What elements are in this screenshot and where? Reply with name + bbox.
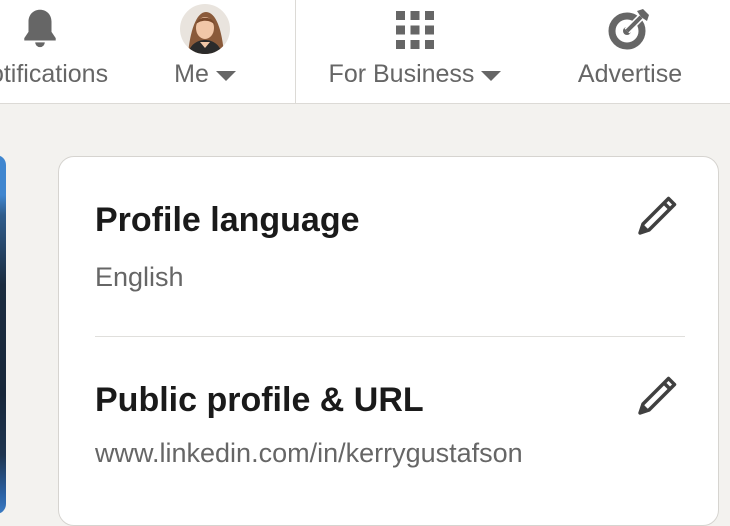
profile-language-title: Profile language — [95, 201, 360, 239]
profile-language-section: Profile language English — [95, 201, 685, 293]
nav-item-notifications[interactable]: Notifications — [0, 0, 110, 103]
pencil-icon — [634, 373, 680, 424]
avatar — [180, 4, 230, 54]
edit-profile-language-button[interactable] — [632, 193, 682, 243]
nav-item-advertise[interactable]: Advertise — [560, 0, 700, 103]
nav-label-advertise: Advertise — [577, 60, 683, 88]
bell-icon — [17, 5, 63, 56]
nav-label-for-business: For Business — [328, 60, 475, 88]
grid-icon — [394, 9, 436, 56]
nav-item-for-business[interactable]: For Business — [310, 0, 520, 103]
profile-language-value: English — [95, 262, 184, 292]
nav-divider — [295, 0, 296, 103]
public-profile-url: www.linkedin.com/in/kerrygustafson — [95, 438, 523, 468]
profile-card-edge — [0, 155, 6, 514]
section-divider — [95, 336, 685, 337]
public-profile-title: Public profile & URL — [95, 381, 424, 419]
top-navigation: Notifications Me — [0, 0, 730, 104]
pencil-icon — [634, 193, 680, 244]
chevron-down-icon — [215, 70, 236, 81]
public-profile-section: Public profile & URL www.linkedin.com/in… — [95, 381, 685, 469]
chevron-down-icon — [481, 70, 502, 81]
nav-label-me: Me — [174, 60, 209, 88]
nav-label-notifications: Notifications — [0, 60, 109, 88]
target-arrow-icon — [607, 5, 653, 56]
nav-item-me[interactable]: Me — [150, 0, 260, 103]
profile-settings-card: Profile language English Public profile … — [58, 156, 719, 526]
edit-public-profile-button[interactable] — [632, 373, 682, 423]
